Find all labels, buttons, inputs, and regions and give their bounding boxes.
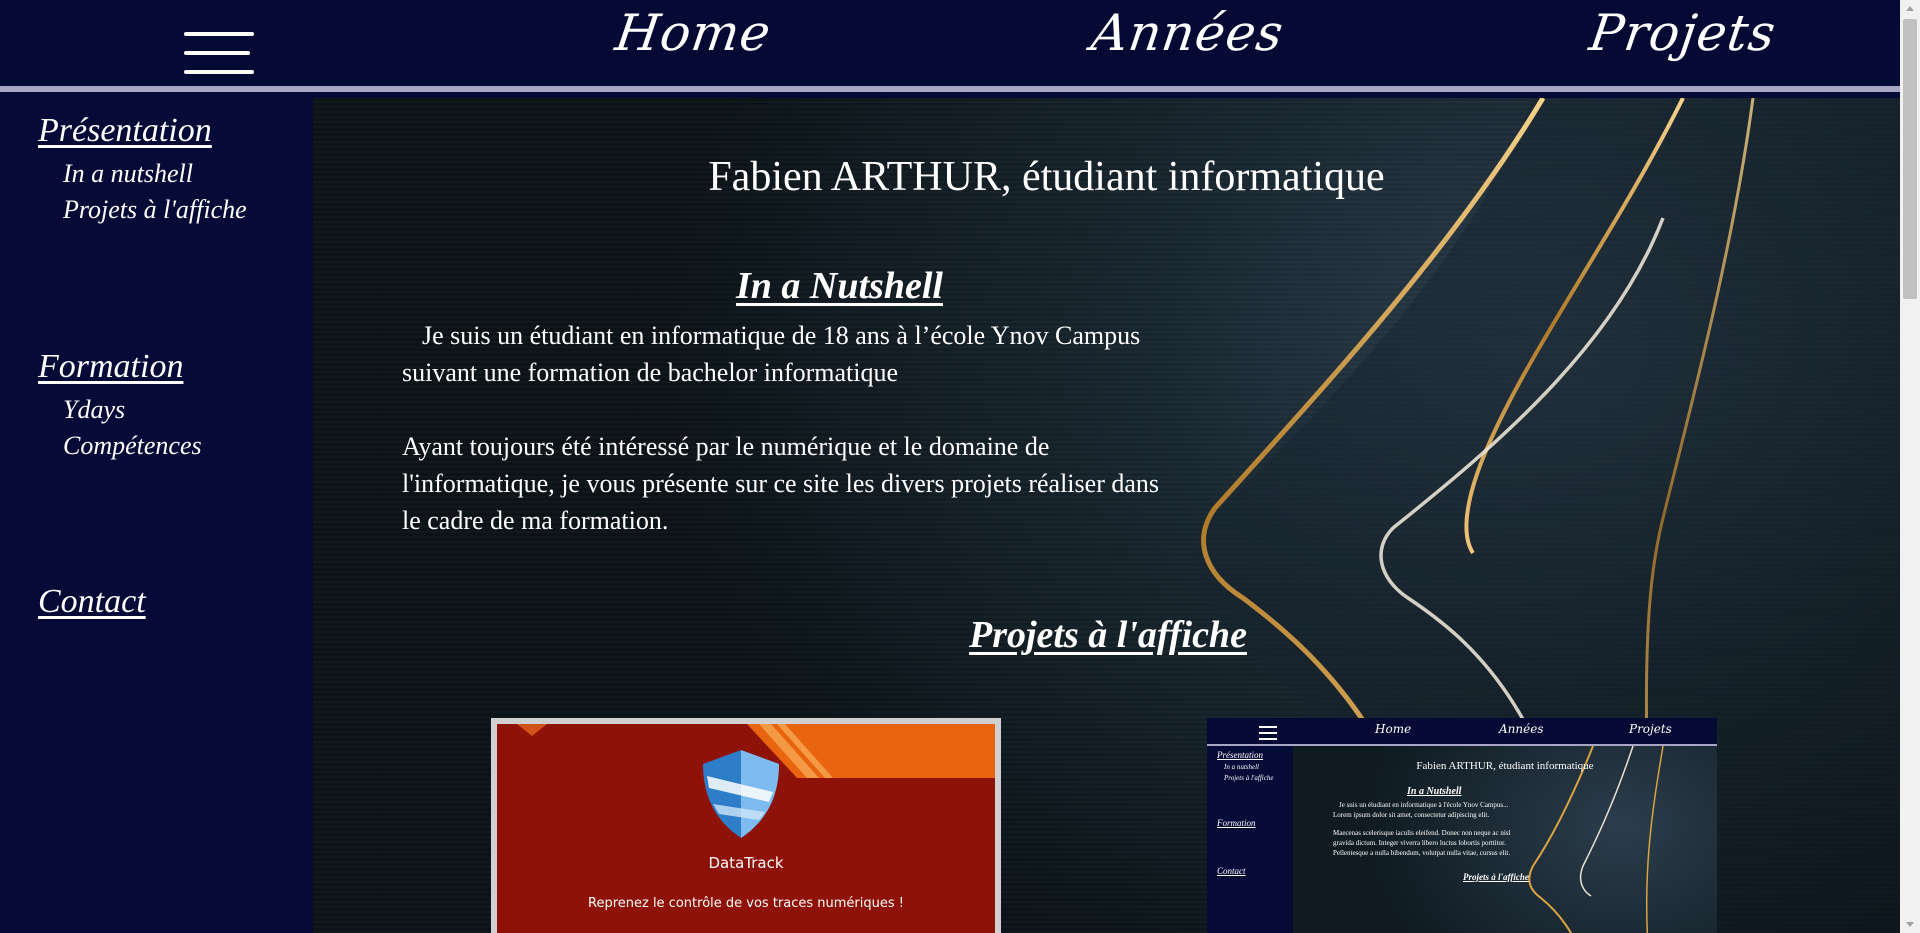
hamburger-menu-icon[interactable] (184, 32, 256, 76)
nutshell-p2-line1: Ayant toujours été intéressé par le numé… (402, 432, 1050, 461)
sidebar-item-projets-affiche[interactable]: Projets à l'affiche (63, 195, 247, 225)
nutshell-p1-line2: suivant une formation de bachelor inform… (402, 358, 899, 387)
mini-hamburger-icon (1259, 726, 1277, 740)
site-preview-thumbnail: Home Années Projets Présentation In a nu… (1207, 718, 1717, 933)
scroll-up-arrow-icon[interactable] (1900, 0, 1920, 17)
mini-line-2: Lorem ipsum dolor sit amet, consectetur … (1333, 811, 1490, 819)
mini-side-formation: Formation (1217, 818, 1256, 828)
projects-heading: Projets à l'affiche (969, 614, 1247, 656)
nutshell-p2-line3: le cadre de ma formation. (402, 506, 669, 535)
nutshell-heading: In a Nutshell (736, 265, 943, 307)
sidebar-heading-formation[interactable]: Formation (38, 348, 183, 386)
sidebar-item-ydays[interactable]: Ydays (63, 395, 125, 425)
mini-page-title: Fabien ARTHUR, étudiant informatique (1416, 760, 1594, 772)
mini-paragraph-1: Je suis un étudiant en informatique à l'… (1333, 800, 1533, 820)
project-card-datatrack[interactable]: DataTrack Reprenez le contrôle de vos tr… (491, 718, 1001, 933)
mini-nav-home: Home (1375, 722, 1412, 736)
scrollbar-thumb[interactable] (1903, 19, 1917, 299)
top-navbar: Home Années Projets (0, 0, 1900, 92)
mini-paragraph-2: Maecenas scelerisque iaculis eleifend. D… (1333, 828, 1533, 858)
page-scrollbar[interactable] (1900, 0, 1920, 933)
mini-side-presentation: Présentation (1217, 750, 1263, 760)
datatrack-name: DataTrack (708, 854, 784, 872)
mini-line-4: gravida dictum. Integer viverra libero l… (1333, 839, 1506, 847)
sidebar-item-in-a-nutshell[interactable]: In a nutshell (63, 159, 193, 189)
mini-line-5: Pellentesque a nulla bibendum, volutpat … (1333, 849, 1511, 857)
nutshell-p2-line2: l'informatique, je vous présente sur ce … (402, 469, 1160, 498)
mini-line-1: Je suis un étudiant en informatique à l'… (1339, 801, 1509, 809)
sidebar-heading-presentation[interactable]: Présentation (38, 112, 212, 150)
sidebar-heading-contact[interactable]: Contact (38, 583, 146, 621)
nutshell-paragraph-1: Je suis un étudiant en informatique de 1… (402, 317, 1252, 391)
mini-nav-annees: Années (1499, 722, 1544, 736)
page-title: Fabien ARTHUR, étudiant informatique (708, 154, 1385, 200)
datatrack-tagline: Reprenez le contrôle de vos traces numér… (588, 896, 904, 911)
nav-home-link[interactable]: Home (612, 4, 775, 62)
mini-line-3: Maecenas scelerisque iaculis eleifend. D… (1333, 829, 1511, 837)
mini-side-projets: Projets à l'affiche (1224, 774, 1274, 782)
nav-annees-link[interactable]: Années (1088, 4, 1288, 62)
main-content: Fabien ARTHUR, étudiant informatique In … (313, 98, 1900, 933)
shield-logo-icon (703, 750, 779, 838)
sidebar-item-competences[interactable]: Compétences (63, 431, 202, 461)
sidebar: Présentation In a nutshell Projets à l'a… (0, 98, 313, 933)
scroll-down-arrow-icon[interactable] (1900, 916, 1920, 933)
nutshell-p1-line1: Je suis un étudiant en informatique de 1… (422, 321, 1141, 350)
mini-projects-heading: Projets à l'affiche (1463, 872, 1529, 882)
mini-nav-projets: Projets (1629, 722, 1672, 736)
nav-projets-link[interactable]: Projets (1586, 4, 1780, 62)
mini-nutshell-heading: In a Nutshell (1407, 786, 1462, 797)
nutshell-paragraph-2: Ayant toujours été intéressé par le numé… (402, 428, 1252, 539)
mini-side-nutshell: In a nutshell (1224, 763, 1259, 771)
project-card-portfolio-site[interactable]: Home Années Projets Présentation In a nu… (1207, 718, 1717, 933)
mini-side-contact: Contact (1217, 866, 1246, 876)
